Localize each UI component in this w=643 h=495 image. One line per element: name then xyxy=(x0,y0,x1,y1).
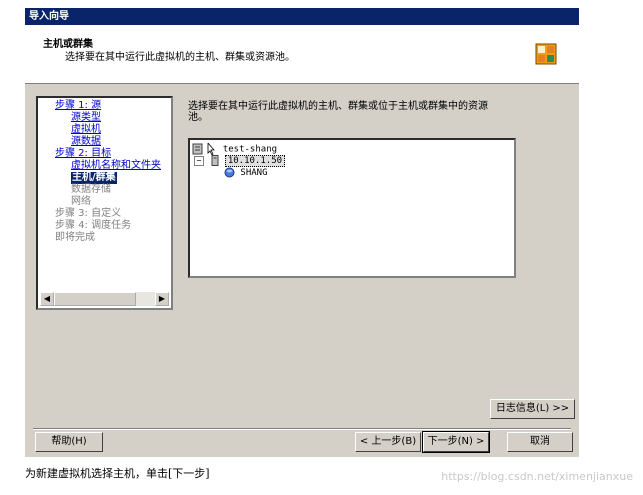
nav-network: 网络 xyxy=(71,196,91,207)
next-button[interactable]: 下一步(N) > xyxy=(422,431,490,453)
figure-caption: 为新建虚拟机选择主机，单击[下一步] xyxy=(25,467,210,480)
nav-host-cluster[interactable]: 主机/群集 xyxy=(71,172,117,184)
wizard-icon xyxy=(535,43,557,65)
host-icon xyxy=(211,155,219,166)
nav-step4: 步骤 4: 调度任务 xyxy=(55,220,132,231)
collapse-icon[interactable]: − xyxy=(194,155,204,166)
watermark: https://blog.csdn.net/ximenjianxue xyxy=(441,470,633,483)
footer-divider xyxy=(33,428,571,430)
nav-step2[interactable]: 步骤 2: 目标 xyxy=(55,148,111,160)
help-button[interactable]: 帮助(H) xyxy=(35,432,103,452)
tree-resource-pool-label: SHANG xyxy=(240,168,268,178)
nav-datastore: 数据存储 xyxy=(71,184,111,195)
mouse-cursor-icon xyxy=(208,141,216,156)
instruction-text: 选择要在其中运行此虚拟机的主机、群集或位于主机或群集中的资源池。 xyxy=(188,101,488,123)
header-subtitle: 选择要在其中运行此虚拟机的主机、群集或资源池。 xyxy=(65,52,295,63)
nav-source-type[interactable]: 源类型 xyxy=(71,112,101,124)
scroll-left-icon[interactable]: ◀ xyxy=(40,292,54,306)
nav-horizontal-scrollbar[interactable]: ◀ ▶ xyxy=(40,292,169,306)
import-wizard-window: 导入向导 主机或群集 选择要在其中运行此虚拟机的主机、群集或资源池。 步骤 1:… xyxy=(25,8,579,457)
tree-host-label: 10.10.1.50 xyxy=(224,155,286,167)
nav-step3: 步骤 3: 自定义 xyxy=(55,208,122,219)
log-info-button[interactable]: 日志信息(L) >> xyxy=(490,399,575,419)
nav-vm[interactable]: 虚拟机 xyxy=(71,124,101,136)
tree-resource-pool[interactable]: SHANG xyxy=(224,167,268,179)
scroll-thumb[interactable] xyxy=(54,292,136,306)
nav-vm-name-folder[interactable]: 虚拟机名称和文件夹 xyxy=(71,160,161,172)
nav-source-data[interactable]: 源数据 xyxy=(71,136,101,148)
scroll-right-icon[interactable]: ▶ xyxy=(155,292,169,306)
window-title: 导入向导 xyxy=(25,8,579,25)
tree-root[interactable]: test-shang xyxy=(192,141,278,156)
back-button[interactable]: < 上一步(B) xyxy=(355,432,421,452)
steps-navigation-panel: 步骤 1: 源 源类型 虚拟机 源数据 步骤 2: 目标 虚拟机名称和文件夹 主… xyxy=(36,96,173,310)
nav-step1[interactable]: 步骤 1: 源 xyxy=(55,100,101,112)
nav-ready: 即将完成 xyxy=(55,232,95,243)
tree-root-label: test-shang xyxy=(222,144,278,155)
resource-pool-icon xyxy=(224,167,235,178)
inventory-tree[interactable]: test-shang − 10.10.1.50 SHANG xyxy=(188,138,516,278)
wizard-header: 主机或群集 选择要在其中运行此虚拟机的主机、群集或资源池。 xyxy=(25,25,579,84)
tree-host[interactable]: − 10.10.1.50 xyxy=(194,155,286,167)
datacenter-icon xyxy=(192,143,203,155)
cancel-button[interactable]: 取消 xyxy=(507,432,573,452)
